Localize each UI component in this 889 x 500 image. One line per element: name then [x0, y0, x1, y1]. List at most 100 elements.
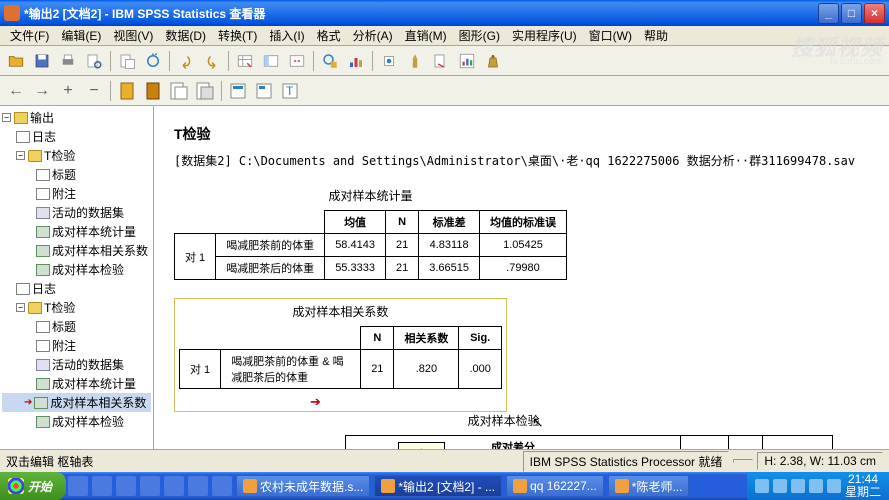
app-icon: [4, 5, 20, 21]
save-button[interactable]: [30, 49, 54, 73]
export-button[interactable]: [115, 49, 139, 73]
collapse-icon[interactable]: −: [2, 113, 11, 122]
close-button[interactable]: ×: [864, 3, 885, 24]
tree-note2[interactable]: 附注: [2, 336, 151, 355]
menu-view[interactable]: 视图(V): [107, 25, 159, 46]
tree-ttest2[interactable]: −T检验: [2, 298, 151, 317]
maximize-button[interactable]: □: [841, 3, 862, 24]
statusbar: 双击编辑 枢轴表 IBM SPSS Statistics Processor 就…: [0, 449, 889, 472]
tray-icon[interactable]: [827, 479, 841, 493]
expand-button[interactable]: [115, 79, 139, 103]
show-hide-button[interactable]: [377, 49, 401, 73]
taskbar-clock[interactable]: 21:44星期二: [845, 473, 881, 499]
tray-icon[interactable]: [791, 479, 805, 493]
collapse-icon[interactable]: −: [16, 303, 25, 312]
tray-icon[interactable]: [773, 479, 787, 493]
book-icon: [28, 302, 42, 314]
tree-root[interactable]: −输出: [2, 108, 151, 127]
create-chart-button[interactable]: [455, 49, 479, 73]
collapse-icon[interactable]: −: [16, 151, 25, 160]
designate-window-button[interactable]: [403, 49, 427, 73]
menu-help[interactable]: 帮助: [638, 25, 674, 46]
note-icon: [36, 340, 50, 352]
task-item-1[interactable]: 农村未成年数据.s...: [236, 475, 370, 497]
demote-button[interactable]: −: [82, 79, 106, 103]
menu-graphs[interactable]: 图形(G): [453, 25, 506, 46]
menu-format[interactable]: 格式: [311, 25, 347, 46]
insert-title-button[interactable]: [252, 79, 276, 103]
tree-test2[interactable]: 成对样本检验: [2, 412, 151, 431]
weight-cases-button[interactable]: [481, 49, 505, 73]
selected-output-box[interactable]: 成对样本相关系数 N相关系数Sig. 对 1喝减肥茶前的体重 & 喝减肥茶后的体…: [174, 298, 507, 412]
paired-test-table[interactable]: 成对样本检验 成对差分tdfSig.(双侧) 均值标准差均值的标准误差分的 95…: [174, 412, 833, 449]
start-button[interactable]: 开始: [0, 472, 66, 500]
menu-file[interactable]: 文件(F): [4, 25, 55, 46]
variables-button[interactable]: [285, 49, 309, 73]
task-item-4[interactable]: *陈老师...: [608, 475, 690, 497]
paired-statistics-table[interactable]: 成对样本统计量 均值N标准差均值的标准误 对 1喝减肥茶前的体重58.41432…: [174, 187, 567, 298]
tree-corr1[interactable]: 成对样本相关系数: [2, 241, 151, 260]
status-filter-icon: [733, 459, 753, 463]
tray-icon[interactable]: [809, 479, 823, 493]
promote-button[interactable]: +: [56, 79, 80, 103]
minimize-button[interactable]: _: [818, 3, 839, 24]
quicklaunch-5[interactable]: [164, 476, 184, 496]
menu-utilities[interactable]: 实用程序(U): [506, 25, 583, 46]
tree-title1[interactable]: 标题: [2, 165, 151, 184]
insert-chart-button[interactable]: [344, 49, 368, 73]
show-button[interactable]: [167, 79, 191, 103]
menu-data[interactable]: 数据(D): [159, 25, 212, 46]
print-button[interactable]: [56, 49, 80, 73]
menu-edit[interactable]: 编辑(E): [55, 25, 107, 46]
menu-transform[interactable]: 转换(T): [212, 25, 263, 46]
quicklaunch-7[interactable]: [212, 476, 232, 496]
collapse-button[interactable]: [141, 79, 165, 103]
task-item-3[interactable]: qq 162227...: [506, 475, 604, 497]
output-heading: T检验: [174, 124, 869, 144]
tree-ttest1[interactable]: −T检验: [2, 146, 151, 165]
menu-analyze[interactable]: 分析(A): [347, 25, 399, 46]
tree-log2[interactable]: 日志: [2, 279, 151, 298]
tray-icon[interactable]: [755, 479, 769, 493]
tree-stats2[interactable]: 成对样本统计量: [2, 374, 151, 393]
back-button[interactable]: ←: [4, 79, 28, 103]
open-button[interactable]: [4, 49, 28, 73]
menu-direct[interactable]: 直销(M): [399, 25, 453, 46]
print-preview-button[interactable]: [82, 49, 106, 73]
select-cases-button[interactable]: [318, 49, 342, 73]
task-item-2-active[interactable]: *输出2 [文档2] - ...: [374, 475, 502, 497]
quicklaunch-6[interactable]: [188, 476, 208, 496]
output-viewer[interactable]: T检验 [数据集2] C:\Documents and Settings\Adm…: [154, 106, 889, 449]
menu-insert[interactable]: 插入(I): [263, 25, 310, 46]
tree-test1[interactable]: 成对样本检验: [2, 260, 151, 279]
tree-log1[interactable]: 日志: [2, 127, 151, 146]
tree-corr2-selected[interactable]: ➔成对样本相关系数: [2, 393, 151, 412]
menu-window[interactable]: 窗口(W): [583, 25, 638, 46]
tree-stats1[interactable]: 成对样本统计量: [2, 222, 151, 241]
quicklaunch-4[interactable]: [140, 476, 160, 496]
goto-data-button[interactable]: [233, 49, 257, 73]
quicklaunch-2[interactable]: [92, 476, 112, 496]
title-icon: [36, 321, 50, 333]
tree-active2[interactable]: 活动的数据集: [2, 355, 151, 374]
window-title: *输出2 [文档2] - IBM SPSS Statistics 查看器: [24, 5, 818, 22]
insert-text-button[interactable]: T: [278, 79, 302, 103]
run-script-button[interactable]: [429, 49, 453, 73]
status-processor: IBM SPSS Statistics Processor 就绪: [523, 451, 730, 472]
system-tray[interactable]: 21:44星期二: [747, 472, 889, 500]
hide-button[interactable]: [193, 79, 217, 103]
tree-note1[interactable]: 附注: [2, 184, 151, 203]
quicklaunch-1[interactable]: [68, 476, 88, 496]
forward-button[interactable]: →: [30, 79, 54, 103]
goto-variable-button[interactable]: [259, 49, 283, 73]
undo-button[interactable]: [174, 49, 198, 73]
dataset-icon: [36, 359, 50, 371]
tree-title2[interactable]: 标题: [2, 317, 151, 336]
recall-button[interactable]: [141, 49, 165, 73]
paired-correlations-table[interactable]: 成对样本相关系数 N相关系数Sig. 对 1喝减肥茶前的体重 & 喝减肥茶后的体…: [179, 303, 502, 407]
redo-button[interactable]: [200, 49, 224, 73]
tree-active1[interactable]: 活动的数据集: [2, 203, 151, 222]
insert-heading-button[interactable]: [226, 79, 250, 103]
outline-tree[interactable]: −输出 日志 −T检验 标题 附注 活动的数据集 成对样本统计量 成对样本相关系…: [0, 106, 154, 449]
quicklaunch-3[interactable]: [116, 476, 136, 496]
